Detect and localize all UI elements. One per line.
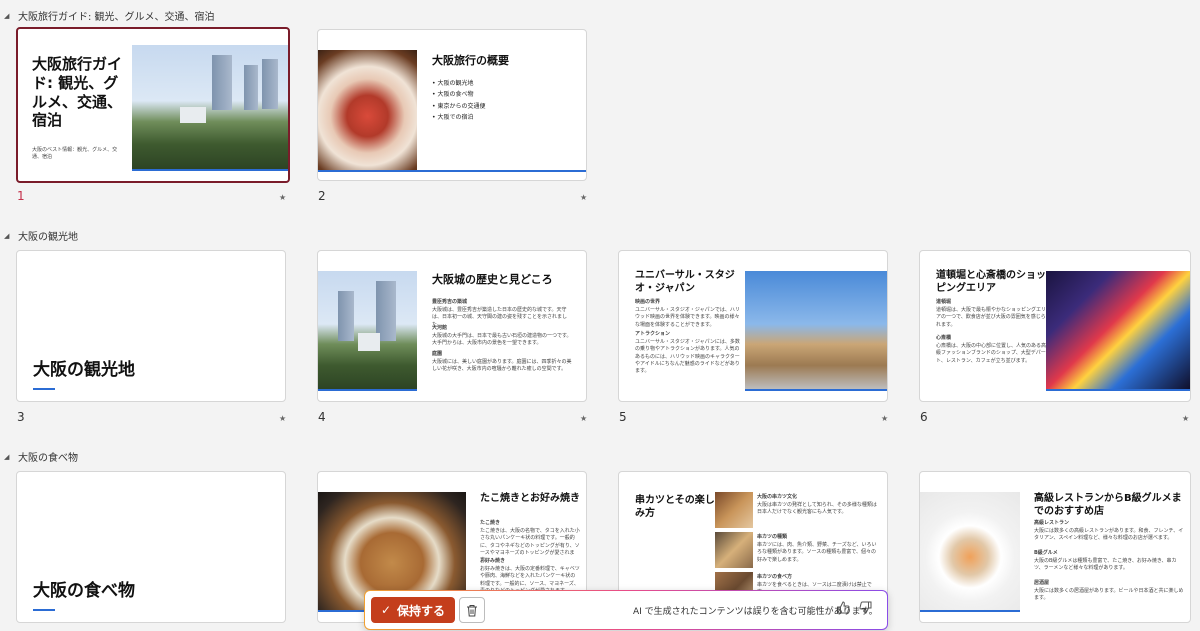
bullet-item: 東京からの交通便 xyxy=(432,101,485,112)
caret-down-icon[interactable]: ◢ xyxy=(4,12,12,20)
slide-number: 3 xyxy=(17,410,25,424)
star-icon[interactable]: ★ xyxy=(279,414,286,423)
kushikatsu-photo xyxy=(715,532,753,568)
section-label: 大阪の観光地 xyxy=(18,232,78,243)
slide-body: ユニバーサル・スタジオ・ジャパンでは、ハリウッド映画の世界を体験できます。映画の… xyxy=(635,307,740,328)
caret-down-icon[interactable]: ◢ xyxy=(4,453,12,461)
slide-thumbnail-5[interactable]: ユニバーサル・スタジオ・ジャパン 映画の世界 ユニバーサル・スタジオ・ジャパンで… xyxy=(618,250,888,402)
dotonbori-night-photo xyxy=(1046,271,1190,389)
slide-accent-bar xyxy=(132,169,288,171)
star-icon[interactable]: ★ xyxy=(1182,414,1189,423)
slide-number: 2 xyxy=(318,189,326,203)
ai-suggestion-toolbar: ✓ 保持する AI で生成されたコンテンツは誤りを含む可能性があります。 xyxy=(364,590,888,630)
slide-number: 4 xyxy=(318,410,326,424)
star-icon[interactable]: ★ xyxy=(580,193,587,202)
slide-title: 大阪城の歴史と見どころ xyxy=(432,273,553,286)
slide-heading: アトラクション xyxy=(635,331,671,337)
slide-heading: 大阪の串カツ文化 xyxy=(757,494,798,500)
slide-body: ユニバーサル・スタジオ・ジャパンには、多数の乗り物やアトラクションがあります。人… xyxy=(635,339,740,374)
slide-title: 大阪の食べ物 xyxy=(33,581,135,601)
section-header-sightseeing[interactable]: ◢ 大阪の観光地 xyxy=(4,228,78,244)
slide-accent-bar xyxy=(745,389,887,391)
slide-title: 道頓堀と心斎橋のショッピングエリア xyxy=(936,270,1046,294)
section-header-food[interactable]: ◢ 大阪の食べ物 xyxy=(4,449,78,465)
section-header-guide[interactable]: ◢ 大阪旅行ガイド: 観光、グルメ、交通、宿泊 xyxy=(4,8,215,24)
slide-heading: たこ焼き xyxy=(480,520,501,526)
slide-heading: 大河館 xyxy=(432,325,448,331)
keep-button-label: 保持する xyxy=(397,603,446,618)
slide-heading: 高級レストラン xyxy=(1034,520,1070,526)
slide-heading: 映画の世界 xyxy=(635,299,661,305)
food-photo xyxy=(318,50,417,170)
usj-gate-photo xyxy=(745,271,887,389)
slide-accent-bar xyxy=(1046,389,1190,391)
title-underline xyxy=(33,609,55,611)
slide-body: 大阪城の大手門は、日本で最も古い石垣の建造物の一つです。大手門からは、大阪市内の… xyxy=(432,333,572,347)
slide-heading: B級グルメ xyxy=(1034,550,1058,556)
section-label: 大阪の食べ物 xyxy=(18,453,78,464)
slide-thumbnail-2[interactable]: 大阪旅行の概要 大阪の観光地 大阪の食べ物 東京からの交通便 大阪での宿泊 xyxy=(317,29,587,181)
slide-number: 1 xyxy=(17,189,25,203)
slide-body: 大阪のB級グルメは種類も豊富で、たこ焼き、お好み焼き、串カツ、ラーメンなど様々な… xyxy=(1034,558,1177,572)
slide-heading: 串カツの種類 xyxy=(757,534,788,540)
kushikatsu-photo xyxy=(715,492,753,528)
slide-thumbnail-3[interactable]: 大阪の観光地 xyxy=(16,250,286,402)
star-icon[interactable]: ★ xyxy=(881,414,888,423)
caret-down-icon[interactable]: ◢ xyxy=(4,232,12,240)
discard-button[interactable] xyxy=(459,597,485,623)
slide-heading: お好み焼き xyxy=(480,558,506,564)
slide-title: 大阪旅行ガイド: 観光、グルメ、交通、宿泊 xyxy=(32,55,123,130)
star-icon[interactable]: ★ xyxy=(279,193,286,202)
slide-accent-bar xyxy=(920,610,1020,612)
osaka-castle-city-photo xyxy=(132,45,288,169)
section-label: 大阪旅行ガイド: 観光、グルメ、交通、宿泊 xyxy=(18,12,215,23)
slide-body: 道頓堀は、大阪で最も賑やかなショッピングエリアの一つで、飲食店が並び大阪の雰囲気… xyxy=(936,307,1047,328)
slide-title: 大阪の観光地 xyxy=(33,360,135,380)
slide-thumbnail-1[interactable]: 大阪旅行ガイド: 観光、グルメ、交通、宿泊 大阪のベスト情報：観光、グルメ、交通… xyxy=(16,27,290,183)
check-icon: ✓ xyxy=(380,603,392,617)
slide-accent-bar xyxy=(318,389,417,391)
title-underline xyxy=(33,388,55,390)
slide-thumbnail-4[interactable]: 大阪城の歴史と見どころ 豊臣秀吉の築城 大阪城は、豊臣秀吉が築造した日本の歴史的… xyxy=(317,250,587,402)
thumbs-up-icon[interactable] xyxy=(837,601,850,618)
slide-title: たこ焼きとお好み焼き xyxy=(480,493,580,504)
slide-number: 6 xyxy=(920,410,928,424)
slide-title: 串カツとその楽しみ方 xyxy=(635,495,715,519)
slide-number: 5 xyxy=(619,410,627,424)
slide-subtitle: 大阪のベスト情報：観光、グルメ、交通、宿泊 xyxy=(32,147,118,161)
slide-heading: 道頓堀 xyxy=(936,299,952,305)
slide-thumbnail-6[interactable]: 道頓堀と心斎橋のショッピングエリア 道頓堀 道頓堀は、大阪で最も賑やかなショッピ… xyxy=(919,250,1191,402)
star-icon[interactable]: ★ xyxy=(580,414,587,423)
slide-body: 大阪には数多くの居酒屋があります。ビールや日本酒と共に楽しめます。 xyxy=(1034,588,1184,602)
trash-icon xyxy=(467,604,477,616)
slide-heading: 心斎橋 xyxy=(936,335,952,341)
slide-body: 大阪には数多くの高級レストランがあります。和食、フレンチ、イタリアン、スペイン料… xyxy=(1034,528,1184,542)
slide-heading: 豊臣秀吉の築城 xyxy=(432,299,468,305)
slide-body: 串カツには、肉、魚介類、野菜、チーズなど、いろいろな種類があります。ソースの種類… xyxy=(757,542,877,563)
slide-heading: 庭園 xyxy=(432,351,443,357)
bullet-item: 大阪の観光地 xyxy=(432,78,485,89)
slide-body: 大阪城には、美しい庭園があります。庭園には、四季折々の美しい花が咲き、大阪市内の… xyxy=(432,359,572,373)
bullet-item: 大阪での宿泊 xyxy=(432,112,485,123)
slide-thumbnail-10[interactable]: 高級レストランからB級グルメまでのおすすめ店 高級レストラン 大阪には数多くの高… xyxy=(919,471,1191,623)
slide-heading: 居酒屋 xyxy=(1034,580,1050,586)
slide-title: 高級レストランからB級グルメまでのおすすめ店 xyxy=(1034,493,1182,517)
slide-accent-bar xyxy=(318,170,586,172)
plated-dish-photo xyxy=(920,492,1020,610)
thumbs-down-icon[interactable] xyxy=(859,601,872,618)
slide-body: 心斎橋は、大阪の中心部に位置し、人気のある高級ファッションブランドのショップ、大… xyxy=(936,343,1047,364)
slide-title: ユニバーサル・スタジオ・ジャパン xyxy=(635,270,735,294)
slide-thumbnail-7[interactable]: 大阪の食べ物 xyxy=(16,471,286,623)
keep-button[interactable]: ✓ 保持する xyxy=(371,597,455,623)
slide-bullets: 大阪の観光地 大阪の食べ物 東京からの交通便 大阪での宿泊 xyxy=(432,78,485,124)
slide-heading: 串カツの食べ方 xyxy=(757,574,793,580)
osaka-castle-photo xyxy=(318,271,417,389)
slide-title: 大阪旅行の概要 xyxy=(432,54,509,67)
slide-body: 大阪は串カツの発祥として知られ、その多様な種類は日本人だけでなく観光客にも人気で… xyxy=(757,502,877,516)
bullet-item: 大阪の食べ物 xyxy=(432,89,485,100)
